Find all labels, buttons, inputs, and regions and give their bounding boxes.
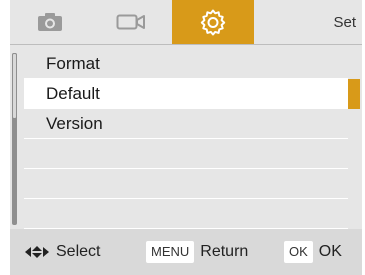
menu-item-empty [24, 169, 348, 199]
return-hint: MENU Return [146, 241, 248, 263]
menu-key-badge: MENU [146, 241, 195, 263]
selection-marker [348, 79, 360, 109]
menu-item-label: Format [46, 53, 100, 73]
menu-item-empty [24, 139, 348, 169]
gear-icon [199, 8, 227, 36]
tab-bar: Set [10, 0, 362, 45]
tab-camera[interactable] [10, 0, 90, 44]
menu-item-default[interactable]: Default [24, 79, 360, 109]
select-hint-label: Select [56, 243, 101, 260]
tab-video[interactable] [90, 0, 172, 44]
ok-hint: OK OK [284, 241, 342, 263]
tab-set-label: Set [254, 0, 362, 44]
settings-menu: Format Default Version [10, 45, 362, 229]
footer-hints: Select MENU Return OK OK [10, 229, 362, 275]
menu-item-version[interactable]: Version [24, 109, 348, 139]
camera-settings-screen: Set Format Default Version Select MENU R… [10, 0, 362, 275]
scrollbar-thumb[interactable] [12, 53, 17, 119]
ok-key-badge: OK [284, 241, 313, 263]
menu-item-empty [24, 199, 348, 229]
ok-hint-label: OK [318, 243, 342, 260]
settings-section-label: Set [333, 13, 356, 31]
video-icon [116, 12, 146, 32]
menu-item-label: Default [46, 83, 100, 103]
menu-item-label: Version [46, 113, 103, 133]
camera-icon [37, 12, 63, 32]
select-hint: Select [24, 243, 100, 261]
navigate-arrows-icon [24, 245, 50, 259]
return-hint-label: Return [200, 243, 249, 260]
tab-settings[interactable] [172, 0, 254, 44]
menu-item-format[interactable]: Format [24, 49, 348, 79]
